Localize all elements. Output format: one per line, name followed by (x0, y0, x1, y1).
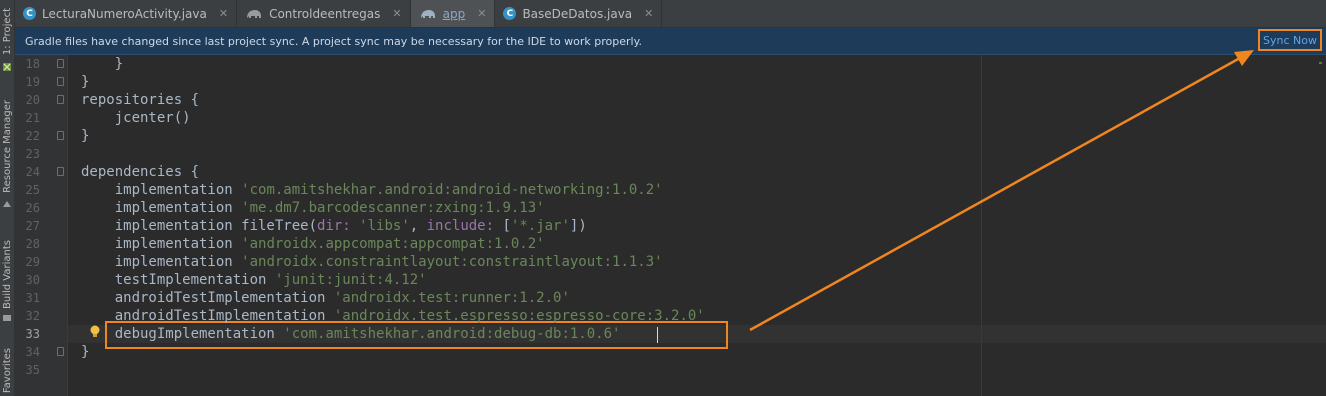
code-text: implementation 'androidx.constraintlayou… (81, 254, 663, 270)
close-icon[interactable]: ✕ (219, 7, 228, 20)
code-text: dependencies { (81, 164, 200, 180)
favorites-label: Favorites (1, 348, 13, 394)
code-line: repositories { (68, 91, 1326, 109)
build-variants-icon (3, 315, 11, 321)
line-number: 25 (25, 183, 40, 197)
code-line: implementation 'androidx.constraintlayou… (68, 253, 1326, 271)
code-line: } (68, 73, 1326, 91)
code-line: } (68, 343, 1326, 361)
tab-app[interactable]: app ✕ (410, 0, 496, 27)
line-number: 19 (25, 75, 40, 89)
close-icon[interactable]: ✕ (477, 7, 486, 20)
fold-marker-icon[interactable] (57, 347, 64, 356)
line-number: 28 (25, 237, 40, 251)
fold-marker-icon[interactable] (57, 77, 64, 86)
line-number: 18 (25, 57, 40, 71)
code-line: implementation 'me.dm7.barcodescanner:zx… (68, 199, 1326, 217)
line-number: 26 (25, 201, 40, 215)
gradle-elephant-icon (420, 9, 435, 18)
code-text: testImplementation 'junit:junit:4.12' (81, 272, 427, 288)
gradle-elephant-icon (247, 9, 262, 18)
tab-label: Controldeentregas (269, 6, 381, 21)
line-number: 31 (25, 291, 40, 305)
line-number: 29 (25, 255, 40, 269)
code-text: } (81, 74, 90, 90)
code-line: androidTestImplementation 'androidx.test… (68, 307, 1326, 325)
line-number: 22 (25, 129, 40, 143)
line-number: 20 (25, 93, 40, 107)
tab-label: BaseDeDatos.java (522, 6, 633, 21)
code-text: androidTestImplementation 'androidx.test… (81, 290, 570, 306)
line-number: 35 (25, 363, 40, 377)
code-line: jcenter() (68, 109, 1326, 127)
gradle-sync-banner: Gradle files have changed since last pro… (15, 28, 1326, 55)
tab-basededatos[interactable]: C BaseDeDatos.java ✕ (495, 0, 663, 27)
code-text: } (81, 344, 90, 360)
sync-now-link[interactable]: Sync Now (1258, 29, 1322, 51)
build-variants-label: Build Variants (1, 239, 13, 309)
editor-tabs-bar: C LecturaNumeroActivity.java ✕ Controlde… (15, 0, 1326, 28)
code-text: implementation fileTree(dir: 'libs', inc… (81, 218, 587, 234)
code-line: implementation 'com.amitshekhar.android:… (68, 181, 1326, 199)
project-tool-tab[interactable]: 1: Project (0, 4, 14, 60)
code-text: implementation 'com.amitshekhar.android:… (81, 182, 663, 198)
code-line: dependencies { (68, 163, 1326, 181)
line-number: 33 (25, 327, 40, 341)
line-number: 23 (25, 147, 40, 161)
tab-label: app (442, 6, 466, 21)
code-text: androidTestImplementation 'androidx.test… (81, 308, 705, 324)
favorites-tool-tab[interactable]: Favorites (0, 346, 14, 396)
code-text: repositories { (81, 92, 200, 108)
code-text: } (81, 56, 124, 72)
build-variants-tool-tab[interactable]: Build Variants (0, 238, 14, 310)
line-number: 27 (25, 219, 40, 233)
code-line: } (68, 55, 1326, 73)
fold-marker-icon[interactable] (57, 95, 64, 104)
close-icon[interactable]: ✕ (644, 7, 653, 20)
project-tool-label: 1: Project (1, 8, 13, 56)
line-number: 21 (25, 111, 40, 125)
tab-label: LecturaNumeroActivity.java (42, 6, 207, 21)
code-line: androidTestImplementation 'androidx.test… (68, 289, 1326, 307)
code-text: } (81, 128, 90, 144)
code-line: testImplementation 'junit:junit:4.12' (68, 271, 1326, 289)
tool-window-strip: 1: Project Resource Manager Build Varian… (0, 0, 15, 396)
fold-marker-icon[interactable] (57, 131, 64, 140)
fold-marker-icon[interactable] (57, 167, 64, 176)
tab-lecturanumeroactivity[interactable]: C LecturaNumeroActivity.java ✕ (15, 0, 238, 27)
code-text: debugImplementation 'com.amitshekhar.and… (81, 326, 621, 342)
code-line: debugImplementation 'com.amitshekhar.and… (68, 325, 1326, 343)
code-text: implementation 'me.dm7.barcodescanner:zx… (81, 200, 545, 216)
resource-manager-icon (3, 201, 11, 207)
android-project-icon (3, 63, 11, 71)
code-line: implementation fileTree(dir: 'libs', inc… (68, 217, 1326, 235)
resource-manager-label: Resource Manager (1, 99, 13, 193)
close-icon[interactable]: ✕ (392, 7, 401, 20)
class-icon: C (503, 7, 517, 20)
line-number: 32 (25, 309, 40, 323)
class-icon: C (23, 7, 36, 20)
line-number: 24 (25, 165, 40, 179)
line-number: 30 (25, 273, 40, 287)
banner-message: Gradle files have changed since last pro… (25, 34, 643, 48)
fold-marker-icon[interactable] (57, 59, 64, 68)
code-line: implementation 'androidx.appcompat:appco… (68, 235, 1326, 253)
line-number: 34 (25, 345, 40, 359)
code-text: jcenter() (81, 110, 191, 126)
code-line: } (68, 127, 1326, 145)
tab-controldeentregas[interactable]: Controldeentregas ✕ (237, 0, 411, 27)
code-text: implementation 'androidx.appcompat:appco… (81, 236, 545, 252)
resource-manager-tool-tab[interactable]: Resource Manager (0, 98, 14, 194)
